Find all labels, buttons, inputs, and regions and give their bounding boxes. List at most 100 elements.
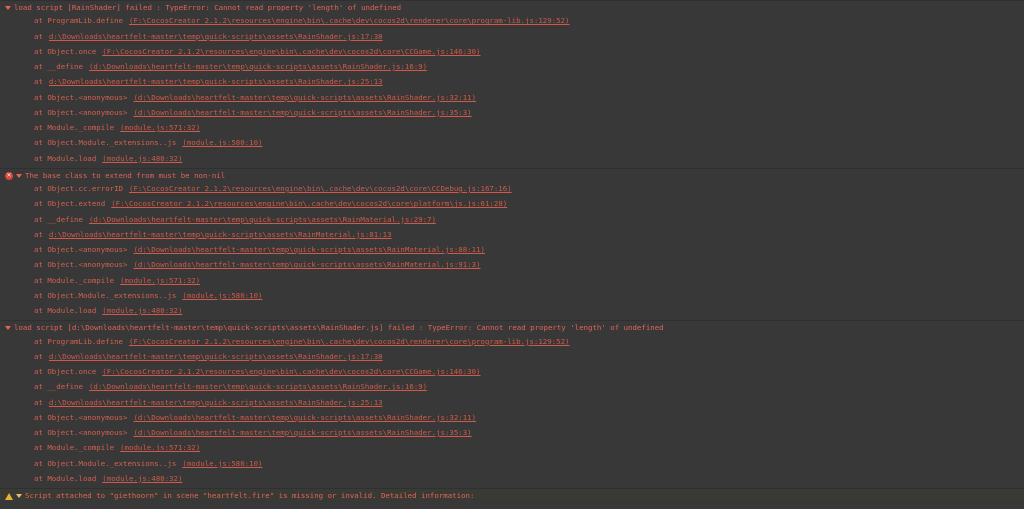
stack-frame-link[interactable]: (module.js:580:10) (182, 459, 262, 468)
stack-frame: at Object.Module._extensions..js (module.… (0, 458, 1024, 470)
error-entry-header[interactable]: ✕ The base class to extend from must be n… (0, 167, 1024, 180)
stack-frame-link[interactable]: (module.js:488:32) (102, 306, 182, 315)
stack-frame-link[interactable]: (d:\Downloads\heartfelt-master\temp\quic… (89, 62, 427, 71)
stack-frame: at Module._compile (module.js:571:32) (0, 275, 1024, 287)
stack-frame-link[interactable]: (module.js:580:10) (182, 138, 262, 147)
stack-frame-link[interactable]: (F:\CocosCreator_2.1.2\resources\engine\… (102, 47, 480, 56)
expand-triangle-icon[interactable] (16, 494, 22, 498)
stack-frame-location: at Module._compile (module.js:571:32) (34, 442, 200, 454)
log-message: load script [RainShader] failed : TypeEr… (14, 3, 402, 12)
stack-frame-location: at Object.once (F:\CocosCreator_2.1.2\res… (34, 46, 481, 58)
stack-frame-location: at ProgramLib.define (F:\CocosCreator_2.1… (34, 15, 570, 27)
stack-frame-location: at __define (d:\Downloads\heartfelt-maste… (34, 381, 427, 393)
stack-frame-location: at d:\Downloads\heartfelt-master\temp\qui… (34, 397, 383, 409)
expand-triangle-icon[interactable] (5, 6, 11, 10)
stack-frame-function: at __define (34, 382, 83, 392)
stack-frame: at Module._compile (module.js:571:32) (0, 442, 1024, 454)
stack-frame-location: at Object.Module._extensions..js (module.… (34, 290, 262, 302)
error-icon: ✕ (5, 171, 13, 180)
error-entry-header[interactable]: load script [d:\Downloads\heartfelt-mast… (0, 320, 1024, 332)
stack-frame-function: at Object.Module._extensions..js (34, 458, 177, 468)
stack-frame-link[interactable]: (d:\Downloads\heartfelt-master\temp\quic… (133, 108, 471, 117)
stack-frame-location: at Module.load (module.js:488:32) (34, 305, 182, 317)
log-message: load script [d:\Downloads\heartfelt-mast… (14, 323, 664, 333)
stack-frame-location: at d:\Downloads\heartfelt-master\temp\qui… (34, 229, 392, 241)
stack-frame-function: at __define (34, 214, 83, 224)
stack-frame-link[interactable]: (F:\CocosCreator_2.1.2\resources\engine\… (102, 367, 480, 376)
stack-frame: at Object.<anonymous> (d:\Downloads\heart… (0, 412, 1024, 424)
stack-frame-function: at Module._compile (34, 275, 115, 285)
stack-frame-location: at ProgramLib.define (F:\CocosCreator_2.1… (34, 336, 570, 348)
error-entry-header[interactable]: load script [RainShader] failed : TypeEr… (0, 0, 1024, 12)
stack-frame-link[interactable]: d:\Downloads\heartfelt-master\temp\quick… (49, 32, 383, 41)
stack-frame: at Module.load (module.js:488:32) (0, 473, 1024, 485)
stack-frame-location: at Module._compile (module.js:571:32) (34, 275, 200, 287)
stack-frame-function: at (34, 31, 43, 41)
stack-frame: at Object.<anonymous> (d:\Downloads\heart… (0, 427, 1024, 439)
stack-frame-link[interactable]: (F:\CocosCreator_2.1.2\resources\engine\… (111, 199, 507, 208)
stack-frame-link[interactable]: d:\Downloads\heartfelt-master\temp\quick… (49, 398, 383, 407)
stack-frame-location: at __define (d:\Downloads\heartfelt-maste… (34, 61, 427, 73)
stack-frame-link[interactable]: (module.js:580:10) (182, 291, 262, 300)
log-message: Script attached to "giethoorn" in scene … (25, 491, 475, 500)
stack-frame-link[interactable]: (d:\Downloads\heartfelt-master\temp\quic… (89, 382, 427, 391)
stack-frame-link[interactable]: d:\Downloads\heartfelt-master\temp\quick… (49, 77, 383, 86)
stack-frame-function: at Object.once (34, 367, 97, 376)
stack-frame-link[interactable]: (F:\CocosCreator_2.1.2\resources\engine\… (129, 184, 512, 193)
stack-frame-link[interactable]: (d:\Downloads\heartfelt-master\temp\quic… (133, 413, 476, 422)
stack-frame: at Module._compile (module.js:571:32) (0, 122, 1024, 134)
stack-frame-location: at Object.cc.errorID (F:\CocosCreator_2.1… (34, 183, 512, 195)
stack-frame-link[interactable]: (d:\Downloads\heartfelt-master\temp\quic… (89, 215, 436, 224)
stack-frame-location: at Module.load (module.js:488:32) (34, 473, 182, 485)
stack-frame: at Object.cc.errorID (F:\CocosCreator_2.1… (0, 183, 1024, 195)
stack-frame: at Module.load (module.js:488:32) (0, 153, 1024, 165)
stack-frame-link[interactable]: (module.js:488:32) (102, 154, 182, 163)
stack-frame-link[interactable]: d:\Downloads\heartfelt-master\temp\quick… (49, 352, 383, 361)
stack-frame-link[interactable]: (d:\Downloads\heartfelt-master\temp\quic… (133, 428, 471, 437)
stack-frame-function: at Object.extend (34, 199, 106, 209)
stack-frame: at Object.Module._extensions..js (module.… (0, 290, 1024, 302)
expand-triangle-icon[interactable] (5, 326, 11, 331)
stack-frame-location: at Object.once (F:\CocosCreator_2.1.2\res… (34, 366, 481, 378)
stack-frame-link[interactable]: (module.js:571:32) (120, 276, 200, 285)
stack-frame-link[interactable]: (module.js:571:32) (120, 443, 200, 452)
stack-frame-link[interactable]: d:\Downloads\heartfelt-master\temp\quick… (49, 230, 392, 239)
stack-frame-function: at Object.<anonymous> (34, 412, 128, 422)
stack-frame-function: at Object.<anonymous> (34, 92, 128, 102)
stack-frame-link[interactable]: (F:\CocosCreator_2.1.2\resources\engine\… (129, 337, 570, 346)
expand-triangle-icon[interactable] (16, 173, 22, 178)
stack-frame-link[interactable]: (module.js:571:32) (120, 123, 200, 132)
stack-frame-function: at (34, 397, 43, 407)
stack-frame-function: at Object.once (34, 46, 97, 56)
stack-frame-function: at Module.load (34, 153, 97, 163)
stack-frame: at Object.<anonymous> (d:\Downloads\heart… (0, 259, 1024, 271)
stack-frame-link[interactable]: (F:\CocosCreator_2.1.2\resources\engine\… (129, 16, 570, 25)
stack-frame: at d:\Downloads\heartfelt-master\temp\qui… (0, 229, 1024, 241)
warning-entry-header[interactable]: Script attached to "giethoorn" in scene … (0, 488, 1024, 500)
stack-frame-function: at ProgramLib.define (34, 16, 123, 26)
stack-frame-function: at ProgramLib.define (34, 336, 123, 346)
stack-frame-location: at Object.<anonymous> (d:\Downloads\heart… (34, 244, 485, 256)
stack-frame: at d:\Downloads\heartfelt-master\temp\qui… (0, 397, 1024, 409)
stack-frame-location: at Object.<anonymous> (d:\Downloads\heart… (34, 427, 472, 439)
stack-frame: at Object.<anonymous> (d:\Downloads\heart… (0, 244, 1024, 256)
stack-frame-link[interactable]: (d:\Downloads\heartfelt-master\temp\quic… (133, 260, 480, 269)
stack-frame: at Object.extend (F:\CocosCreator_2.1.2\r… (0, 198, 1024, 210)
stack-frame: at ProgramLib.define (F:\CocosCreator_2.1… (0, 336, 1024, 348)
stack-frame-function: at Object.Module._extensions..js (34, 290, 177, 300)
warning-icon (5, 492, 13, 500)
stack-frame-link[interactable]: (module.js:488:32) (102, 474, 182, 483)
stack-frame-function: at Object.cc.errorID (34, 184, 123, 193)
stack-frame: at d:\Downloads\heartfelt-master\temp\qui… (0, 76, 1024, 88)
stack-frame-location: at Object.Module._extensions..js (module.… (34, 137, 262, 149)
stack-frame-location: at d:\Downloads\heartfelt-master\temp\qui… (34, 31, 383, 43)
stack-frame-function: at Module._compile (34, 123, 115, 132)
stack-frame-link[interactable]: (d:\Downloads\heartfelt-master\temp\quic… (133, 245, 485, 254)
stack-frame-location: at d:\Downloads\heartfelt-master\temp\qui… (34, 76, 383, 88)
stack-frame-location: at d:\Downloads\heartfelt-master\temp\qui… (34, 351, 383, 363)
stack-frame: at __define (d:\Downloads\heartfelt-maste… (0, 61, 1024, 73)
stack-frame: at Module.load (module.js:488:32) (0, 305, 1024, 317)
stack-frame-link[interactable]: (d:\Downloads\heartfelt-master\temp\quic… (133, 93, 476, 102)
stack-frame-function: at __define (34, 62, 83, 71)
stack-frame-location: at Object.<anonymous> (d:\Downloads\heart… (34, 412, 476, 424)
